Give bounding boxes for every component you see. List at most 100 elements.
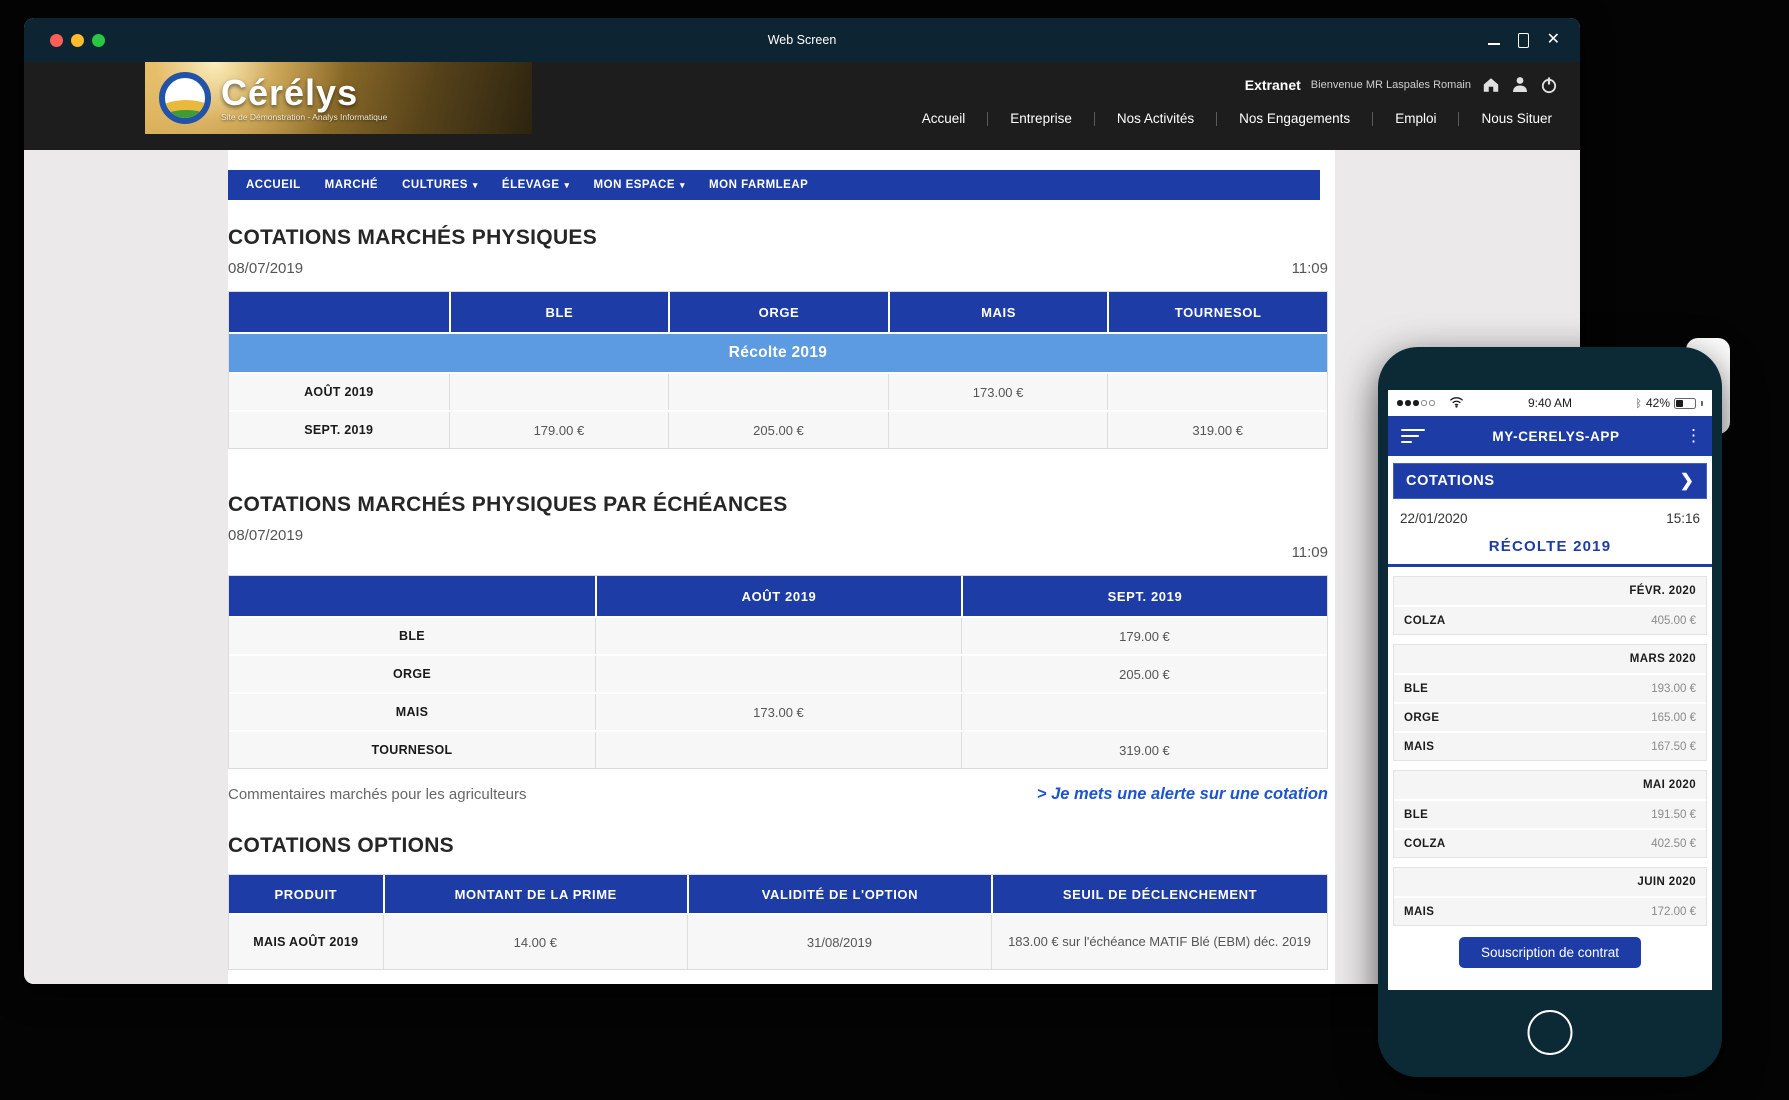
table-row: AOÛT 2019 173.00 € (229, 372, 1327, 410)
logo-green-arc (159, 110, 211, 124)
product-label: MAIS (1404, 741, 1434, 753)
header-cell-prime: MONTANT DE LA PRIME (383, 875, 687, 913)
echeances-time: 11:09 (1292, 544, 1328, 561)
cell-value: 183.00 € sur l'échéance MATIF Blé (EBM) … (991, 915, 1327, 969)
product-label: COLZA (1404, 838, 1446, 850)
subnav: ACCUEIL MARCHÉ CULTURES▾ ÉLEVAGE▾ MON ES… (228, 170, 1320, 200)
brand-wrap: Cérélys Site de Démonstration - Analys I… (221, 75, 387, 122)
echeances-table: AOÛT 2019 SEPT. 2019 BLE 179.00 € ORGE 2… (228, 575, 1328, 769)
header-cell-mais: MAIS (888, 292, 1108, 332)
product-label: BLE (1404, 683, 1428, 695)
row-label: MAIS (229, 694, 595, 730)
cotations-header-button[interactable]: COTATIONS ❯ (1393, 463, 1707, 499)
home-icon[interactable] (1481, 75, 1500, 94)
cotations-label: COTATIONS (1406, 473, 1680, 489)
product-label: BLE (1404, 809, 1428, 821)
cell-value (961, 694, 1327, 730)
subnav-marche[interactable]: MARCHÉ (313, 179, 390, 191)
header-cell-empty (229, 576, 595, 616)
header-cell-ble: BLE (449, 292, 669, 332)
status-right: ᛒ 42% (1593, 396, 1703, 410)
chevron-down-icon: ▾ (565, 180, 570, 191)
table-row: MAIS AOÛT 2019 14.00 € 31/08/2019 183.00… (229, 913, 1327, 969)
table-row: BLE 179.00 € (229, 616, 1327, 654)
phone-home-button[interactable] (1528, 1010, 1573, 1055)
list-item[interactable]: ORGE 165.00 € (1394, 702, 1706, 731)
product-label: MAIS (1404, 906, 1434, 918)
power-icon[interactable] (1539, 75, 1558, 94)
cell-value: 179.00 € (961, 618, 1327, 654)
alert-cotation-link[interactable]: > Je mets une alerte sur une cotation (1037, 785, 1328, 804)
main-nav: Accueil Entreprise Nos Activités Nos Eng… (900, 112, 1574, 126)
month-header: JUIN 2020 (1394, 868, 1706, 896)
list-item[interactable]: MAIS 172.00 € (1394, 896, 1706, 925)
physiques-date-row: 08/07/2019 11:09 (228, 260, 1328, 277)
month-card: MAI 2020 BLE 191.50 € COLZA 402.50 € (1393, 770, 1707, 858)
cell-value (449, 374, 669, 410)
content-column: ACCUEIL MARCHÉ CULTURES▾ ÉLEVAGE▾ MON ES… (228, 150, 1335, 984)
nav-emploi[interactable]: Emploi (1373, 112, 1459, 126)
row-label: AOÛT 2019 (229, 374, 449, 410)
window-title: Web Screen (24, 33, 1580, 47)
table-row: ORGE 205.00 € (229, 654, 1327, 692)
close-icon[interactable]: ✕ (1547, 32, 1560, 48)
cell-value: 179.00 € (449, 412, 669, 448)
phone-status-bar: 9:40 AM ᛒ 42% (1388, 390, 1712, 416)
kebab-menu-icon[interactable]: ⋮ (1685, 426, 1699, 446)
list-item[interactable]: BLE 193.00 € (1394, 673, 1706, 702)
product-value: 165.00 € (1651, 712, 1696, 724)
echeances-date-row: 08/07/2019 11:09 (228, 527, 1328, 561)
options-table: PRODUIT MONTANT DE LA PRIME VALIDITÉ DE … (228, 874, 1328, 970)
nav-nous-situer[interactable]: Nous Situer (1459, 112, 1574, 126)
physiques-time: 11:09 (1292, 260, 1328, 277)
souscription-button[interactable]: Souscription de contrat (1459, 937, 1641, 968)
cell-value (595, 618, 961, 654)
phone-sections: FÉVR. 2020 COLZA 405.00 € MARS 2020 BLE … (1388, 567, 1712, 926)
list-item[interactable]: COLZA 402.50 € (1394, 828, 1706, 857)
echeances-table-header: AOÛT 2019 SEPT. 2019 (229, 576, 1327, 616)
table-row: SEPT. 2019 179.00 € 205.00 € 319.00 € (229, 410, 1327, 448)
cell-value: 173.00 € (888, 374, 1108, 410)
header-cell-seuil: SEUIL DE DÉCLENCHEMENT (991, 875, 1327, 913)
maximize-icon[interactable] (1518, 33, 1529, 48)
subnav-accueil[interactable]: ACCUEIL (234, 179, 313, 191)
phone-date: 22/01/2020 (1400, 511, 1468, 526)
nav-entreprise[interactable]: Entreprise (988, 112, 1095, 126)
product-value: 172.00 € (1651, 906, 1696, 918)
battery-icon (1674, 398, 1696, 409)
window-controls: ✕ (1488, 18, 1560, 62)
row-label: BLE (229, 618, 595, 654)
brand-name: Cérélys (221, 75, 387, 111)
status-left (1397, 396, 1507, 411)
minimize-icon[interactable] (1488, 43, 1500, 45)
recolte-title: RÉCOLTE 2019 (1388, 534, 1712, 567)
browser-window: Web Screen ✕ Cérélys Site de Démonstrati… (24, 18, 1580, 984)
user-icon[interactable] (1510, 75, 1529, 94)
nav-accueil[interactable]: Accueil (900, 112, 989, 126)
table-row: TOURNESOL 319.00 € (229, 730, 1327, 768)
subnav-elevage[interactable]: ÉLEVAGE▾ (490, 179, 582, 191)
nav-nos-engagements[interactable]: Nos Engagements (1217, 112, 1373, 126)
physiques-table-header: BLE ORGE MAIS TOURNESOL (229, 292, 1327, 332)
subnav-cultures[interactable]: CULTURES▾ (390, 179, 490, 191)
list-item[interactable]: MAIS 167.50 € (1394, 731, 1706, 760)
nav-nos-activites[interactable]: Nos Activités (1095, 112, 1217, 126)
cell-value (595, 732, 961, 768)
product-value: 402.50 € (1651, 838, 1696, 850)
cerelys-logo-icon (159, 72, 211, 124)
physiques-date: 08/07/2019 (228, 260, 303, 277)
market-comments: Commentaires marchés pour les agriculteu… (228, 786, 526, 803)
logo-banner[interactable]: Cérélys Site de Démonstration - Analys I… (145, 62, 532, 134)
battery-percent: 42% (1646, 396, 1670, 410)
brand-subtitle: Site de Démonstration - Analys Informati… (221, 112, 387, 122)
list-item[interactable]: BLE 191.50 € (1394, 799, 1706, 828)
cell-value (888, 412, 1108, 448)
row-label: TOURNESOL (229, 732, 595, 768)
menu-icon[interactable] (1401, 429, 1427, 444)
subnav-mon-farmleap[interactable]: MON FARMLEAP (697, 179, 820, 191)
options-table-header: PRODUIT MONTANT DE LA PRIME VALIDITÉ DE … (229, 875, 1327, 913)
recolte-banner: Récolte 2019 (229, 332, 1327, 372)
site-header: Cérélys Site de Démonstration - Analys I… (24, 62, 1580, 150)
list-item[interactable]: COLZA 405.00 € (1394, 605, 1706, 634)
subnav-mon-espace[interactable]: MON ESPACE▾ (582, 179, 698, 191)
